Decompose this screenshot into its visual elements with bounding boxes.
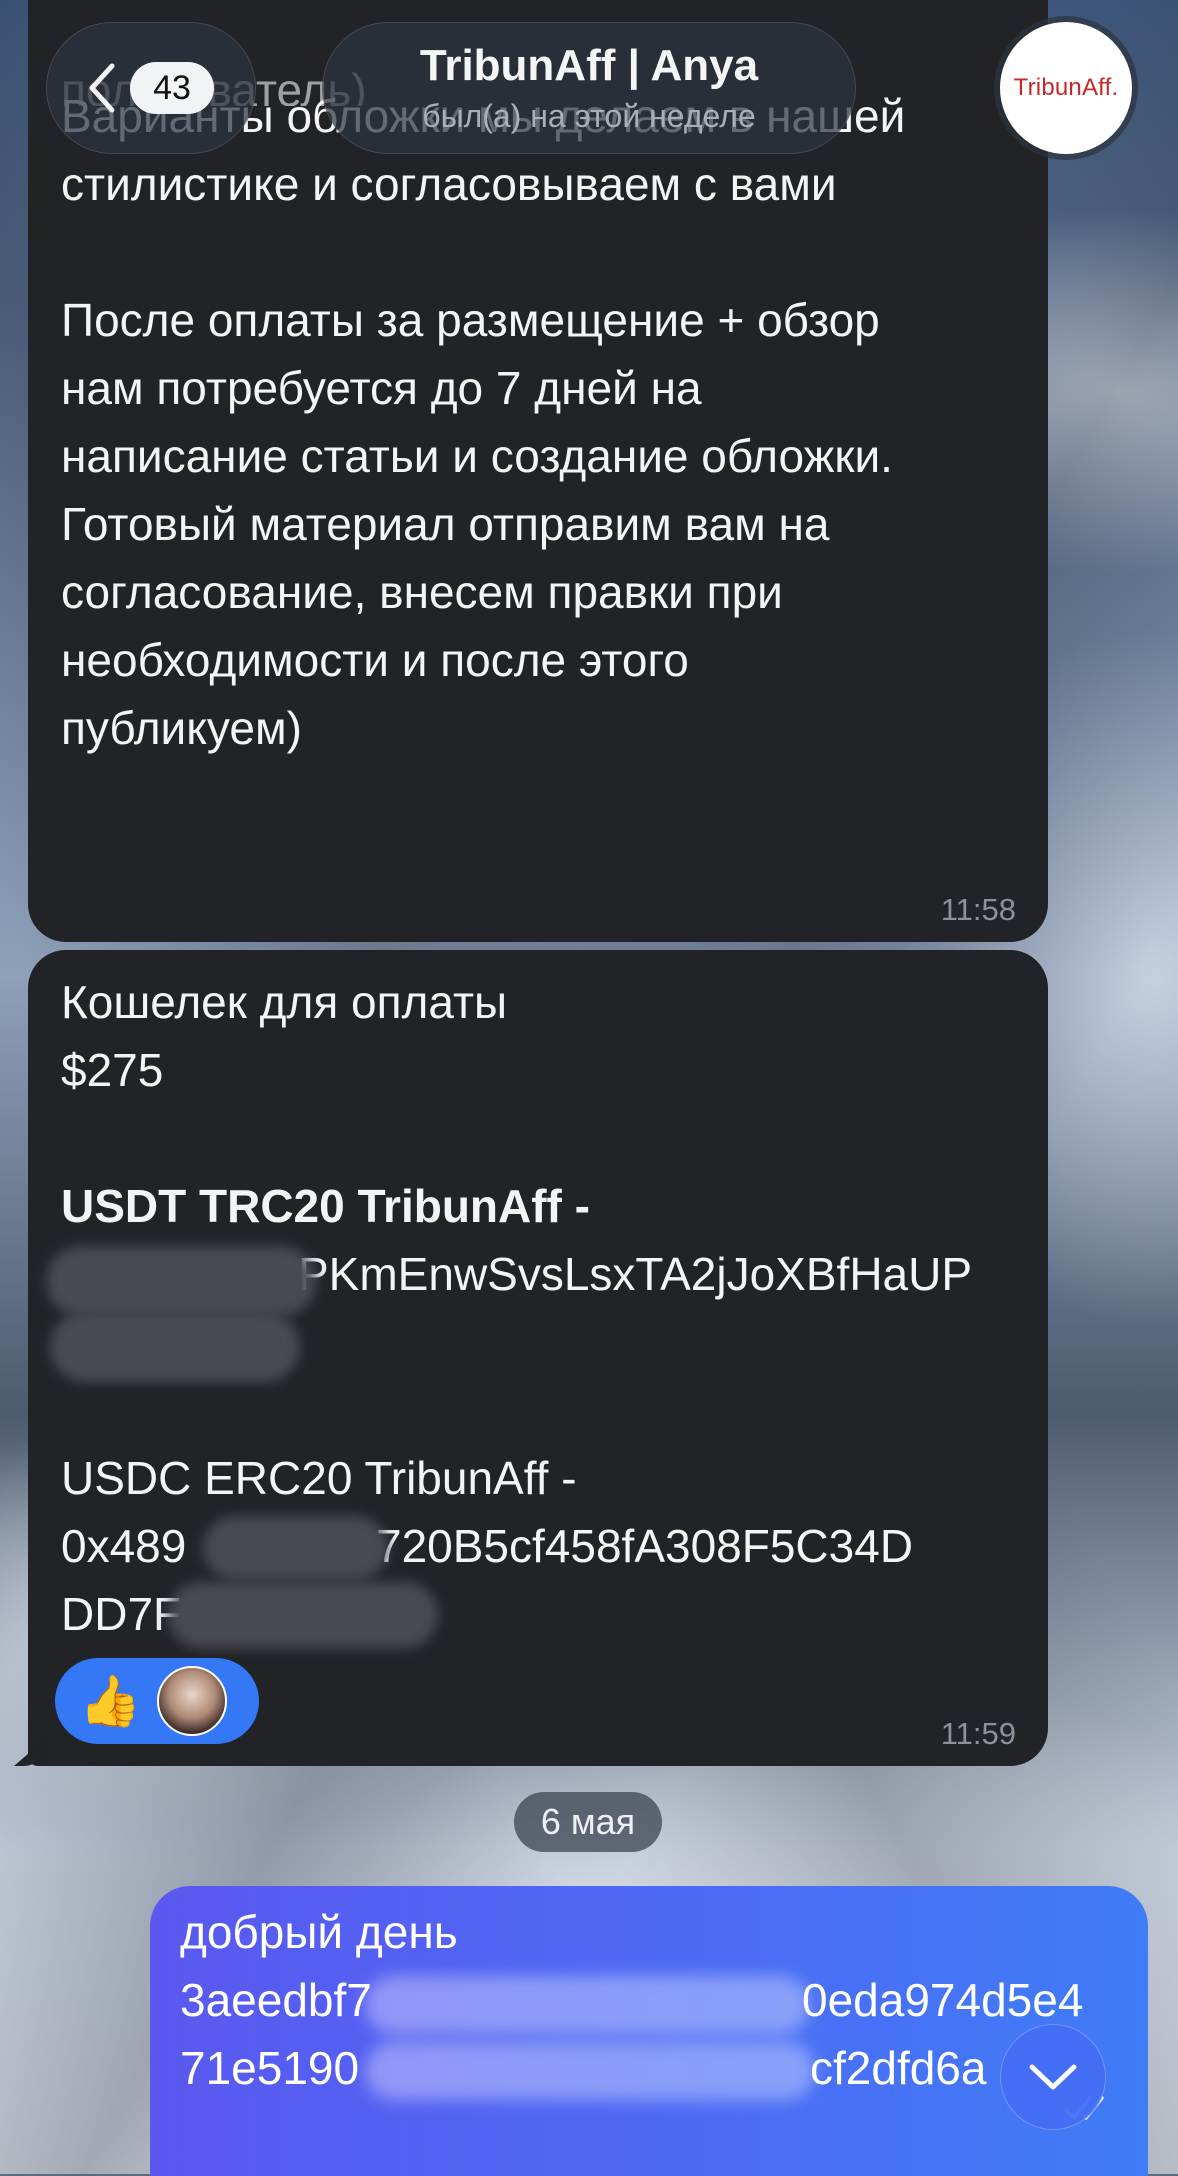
chat-title: TribunAff | Anya [419, 41, 759, 90]
avatar-logo-text: TribunAff. [1013, 74, 1119, 101]
message-text: $275 [61, 1044, 164, 1096]
chat-status: был(а) на этой неделе [422, 98, 756, 134]
message-text: 3aeedbf7 [180, 1974, 372, 2026]
date-separator: 6 мая [514, 1792, 662, 1852]
redacted-area [203, 1516, 388, 1580]
incoming-message[interactable]: Кошелек для оплаты $275 USDT TRC20 Tribu… [28, 950, 1048, 1766]
chat-header: 43 TribunAff | Anya был(а) на этой недел… [0, 0, 1178, 160]
usdc-wallet-address-start[interactable]: 0x489 [61, 1512, 186, 1580]
chat-avatar[interactable]: TribunAff. [1000, 22, 1132, 154]
message-time: 11:58 [940, 892, 1016, 927]
message-text: добрый день [180, 1906, 458, 1958]
message-text: 0eda974d5e4 [802, 1974, 1084, 2026]
reactor-avatar [157, 1666, 228, 1736]
message-text: cf2dfd6a [810, 2042, 987, 2094]
unread-count-badge: 43 [130, 62, 214, 114]
redacted-area [168, 1582, 438, 1648]
message-text: Кошелек для оплаты [61, 976, 508, 1028]
redacted-area [50, 1312, 300, 1382]
usdc-wallet-label: USDC ERC20 TribunAff - [61, 1452, 577, 1504]
message-text: 71e5190 [180, 2042, 360, 2094]
reaction-chip[interactable]: 👍 [55, 1658, 259, 1744]
outgoing-message[interactable]: добрый день 3aeedbf7 0eda974d5e4 71e5190… [150, 1886, 1148, 2176]
chat-title-button[interactable]: TribunAff | Anya был(а) на этой неделе [322, 22, 856, 154]
usdt-wallet-address[interactable]: PKmEnwSvsLsxTA2jJoXBfHaUP [298, 1240, 972, 1308]
back-button[interactable]: 43 [46, 22, 256, 154]
usdt-wallet-label: USDT TRC20 TribunAff - [61, 1180, 590, 1232]
message-time: 11:59 [940, 1716, 1016, 1751]
thumbs-up-icon: 👍 [79, 1673, 142, 1729]
scroll-to-bottom-button[interactable] [1000, 2024, 1106, 2130]
redacted-area [365, 1976, 810, 2034]
redacted-area [46, 1246, 316, 1316]
chevron-down-icon [1029, 2064, 1077, 2090]
message-text: Варианты обложки мы делаем в нашей стили… [61, 90, 905, 754]
usdc-wallet-address-end[interactable]: DD7F [61, 1580, 181, 1648]
usdc-wallet-address[interactable]: 720B5cf458fA308F5C34D [376, 1512, 913, 1580]
chevron-left-icon [89, 63, 115, 113]
redacted-area [365, 2042, 815, 2100]
